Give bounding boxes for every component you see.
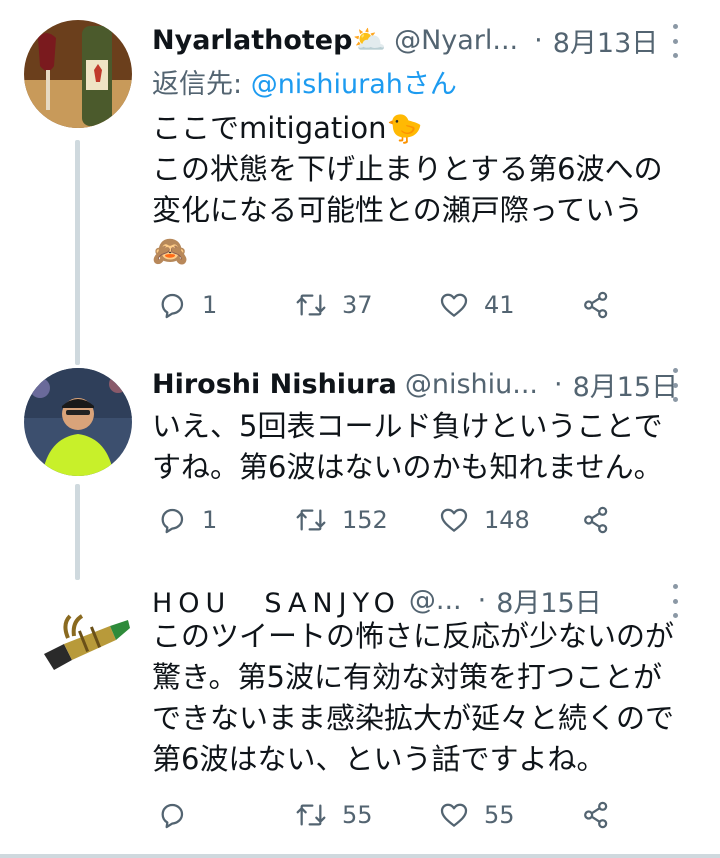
- text-line: 変化になる可能性との瀬戸際っていう: [152, 193, 644, 227]
- text-line: 第6波はない、という話ですよね。: [152, 742, 606, 776]
- share-button[interactable]: [580, 795, 612, 835]
- text-line: 🙈: [152, 234, 189, 268]
- like-count: 41: [484, 291, 515, 319]
- reply-count: 1: [202, 506, 218, 534]
- tweet-text: いえ、5回表コールド負けということで すね。第6波はないのかも知れません。: [152, 406, 697, 488]
- like-button[interactable]: 55: [438, 795, 515, 835]
- replying-to: 返信先: @nishiurahさん: [152, 62, 457, 101]
- like-button[interactable]: 41: [438, 285, 515, 325]
- tweet-date[interactable]: 8月13日: [553, 21, 659, 60]
- heart-icon: [440, 293, 468, 317]
- avatar[interactable]: [24, 586, 132, 694]
- tweet[interactable]: Hiroshi Nishiura @nishiu... · 8月15日 いえ、5…: [0, 360, 720, 580]
- reply-icon: [161, 803, 184, 829]
- user-handle[interactable]: @nishiu...: [405, 369, 538, 400]
- retweet-count: 152: [342, 506, 388, 534]
- retweet-icon: [296, 294, 326, 316]
- more-icon[interactable]: [660, 24, 690, 58]
- share-icon: [584, 506, 608, 534]
- tweet-header: Hiroshi Nishiura @nishiu... · 8月15日: [152, 364, 697, 404]
- display-name[interactable]: HOU SANJYO: [152, 581, 401, 620]
- text-line: いえ、5回表コールド負けということで: [152, 409, 663, 443]
- heart-icon: [440, 803, 468, 827]
- avatar[interactable]: [24, 368, 132, 476]
- more-icon[interactable]: [660, 584, 690, 618]
- tweet-actions: 55 55: [152, 795, 622, 835]
- tweet-text: ここでmitigation🐤 この状態を下げ止まりとする第6波への 変化になる可…: [152, 108, 697, 272]
- retweet-icon: [296, 804, 326, 826]
- retweet-count: 37: [342, 291, 373, 319]
- replying-prefix: 返信先:: [152, 69, 251, 100]
- reply-button[interactable]: 1: [156, 285, 217, 325]
- like-count: 55: [484, 801, 515, 829]
- share-icon: [584, 291, 608, 319]
- divider: [0, 854, 720, 858]
- retweet-icon: [296, 509, 326, 531]
- reply-button[interactable]: 1: [156, 500, 217, 540]
- retweet-button[interactable]: 152: [294, 500, 388, 540]
- display-name[interactable]: Nyarlathotep: [152, 25, 352, 56]
- share-button[interactable]: [580, 500, 612, 540]
- text-line: すね。第6波はないのかも知れません。: [152, 450, 663, 484]
- retweet-count: 55: [342, 801, 373, 829]
- like-count: 148: [484, 506, 530, 534]
- more-icon[interactable]: [660, 368, 690, 402]
- retweet-button[interactable]: 55: [294, 795, 373, 835]
- text-line: このツイートの怖さに反応が少ないのが: [152, 619, 675, 653]
- text-line: できないまま感染拡大が延々と続くので: [152, 701, 675, 735]
- separator-dot: ·: [553, 368, 563, 400]
- tweet-actions: 1 152 148: [152, 500, 622, 540]
- separator-dot: ·: [477, 584, 487, 616]
- reply-count: 1: [202, 291, 218, 319]
- retweet-button[interactable]: 37: [294, 285, 373, 325]
- mention-link[interactable]: @nishiurah: [251, 69, 403, 100]
- text-line: ここでmitigation🐤: [152, 111, 423, 145]
- heart-icon: [440, 508, 468, 532]
- share-icon: [584, 801, 608, 829]
- separator-dot: ·: [534, 24, 543, 56]
- avatar[interactable]: [24, 20, 132, 128]
- weather-emoji: ⛅: [352, 25, 387, 56]
- reply-icon: [161, 293, 184, 319]
- tweet-date[interactable]: 8月15日: [496, 581, 602, 620]
- like-button[interactable]: 148: [438, 500, 530, 540]
- text-line: 驚き。第5波に有効な対策を打つことが: [152, 660, 663, 694]
- tweet[interactable]: HOU SANJYO @... · 8月15日 このツイートの怖さに反応が少ない…: [0, 580, 720, 854]
- display-name[interactable]: Hiroshi Nishiura: [152, 369, 397, 400]
- replying-suffix: さん: [402, 69, 457, 100]
- text-line: この状態を下げ止まりとする第6波への: [152, 152, 663, 186]
- reply-icon: [161, 508, 184, 534]
- reply-button[interactable]: [156, 795, 202, 835]
- user-handle[interactable]: @...: [409, 585, 462, 616]
- tweet-header: HOU SANJYO @... · 8月15日: [152, 580, 697, 620]
- tweet-header: Nyarlathotep ⛅ @Nyarl... · 8月13日: [152, 20, 697, 60]
- tweet[interactable]: Nyarlathotep ⛅ @Nyarl... · 8月13日 返信先: @n…: [0, 0, 720, 355]
- share-button[interactable]: [580, 285, 612, 325]
- tweet-actions: 1 37 41: [152, 285, 622, 325]
- user-handle[interactable]: @Nyarl...: [394, 25, 518, 56]
- tweet-text: このツイートの怖さに反応が少ないのが 驚き。第5波に有効な対策を打つことが でき…: [152, 616, 697, 780]
